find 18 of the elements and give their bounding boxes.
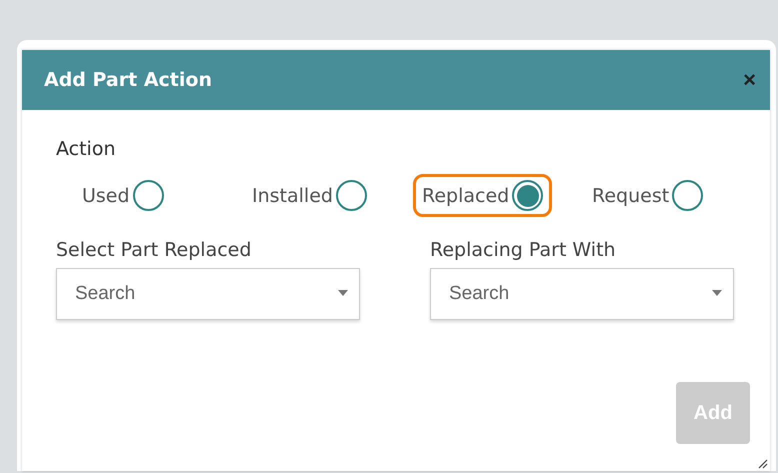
action-label: Action [56,138,117,160]
search-dropdown[interactable]: Search [430,268,734,320]
radio-option[interactable]: Used [73,174,173,217]
dialog-title: Add Part Action [44,69,212,91]
radio-button[interactable] [132,180,164,211]
field-label: Select Part Replaced [56,239,252,261]
close-button[interactable]: × [743,69,756,91]
search-dropdown[interactable]: Search [56,268,360,320]
radio-option[interactable]: Installed [243,174,376,217]
radio-button[interactable] [672,180,704,211]
caret-icon [712,290,722,296]
radio-option[interactable]: Request [583,174,712,217]
field-label: Replacing Part With [430,239,617,261]
radio-button[interactable] [512,180,544,211]
caret-icon [338,290,348,296]
highlighted-radio-option[interactable]: Replaced [413,174,552,217]
resize-grip-icon [756,457,768,469]
radio-button[interactable] [336,180,367,211]
